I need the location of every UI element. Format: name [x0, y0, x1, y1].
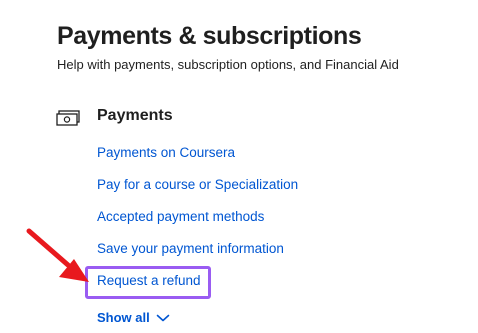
chevron-down-icon — [156, 314, 170, 321]
payments-on-coursera-link[interactable]: Payments on Coursera — [97, 145, 235, 160]
list-item: Accepted payment methods — [97, 209, 298, 241]
list-item: Request a refund — [97, 273, 298, 305]
list-item: Save your payment information — [97, 241, 298, 273]
list-item: Pay for a course or Specialization — [97, 177, 298, 209]
save-payment-info-link[interactable]: Save your payment information — [97, 241, 284, 256]
payments-link-list: Payments on Coursera Pay for a course or… — [97, 145, 298, 305]
cash-icon — [56, 110, 80, 126]
page-title: Payments & subscriptions — [57, 22, 362, 50]
accepted-payment-methods-link[interactable]: Accepted payment methods — [97, 209, 264, 224]
pay-for-course-link[interactable]: Pay for a course or Specialization — [97, 177, 298, 192]
show-all-label: Show all — [97, 310, 150, 325]
request-refund-link[interactable]: Request a refund — [97, 273, 201, 288]
section-title: Payments — [97, 107, 173, 124]
list-item: Payments on Coursera — [97, 145, 298, 177]
show-all-button[interactable]: Show all — [97, 310, 170, 325]
page-subtitle: Help with payments, subscription options… — [57, 57, 399, 72]
